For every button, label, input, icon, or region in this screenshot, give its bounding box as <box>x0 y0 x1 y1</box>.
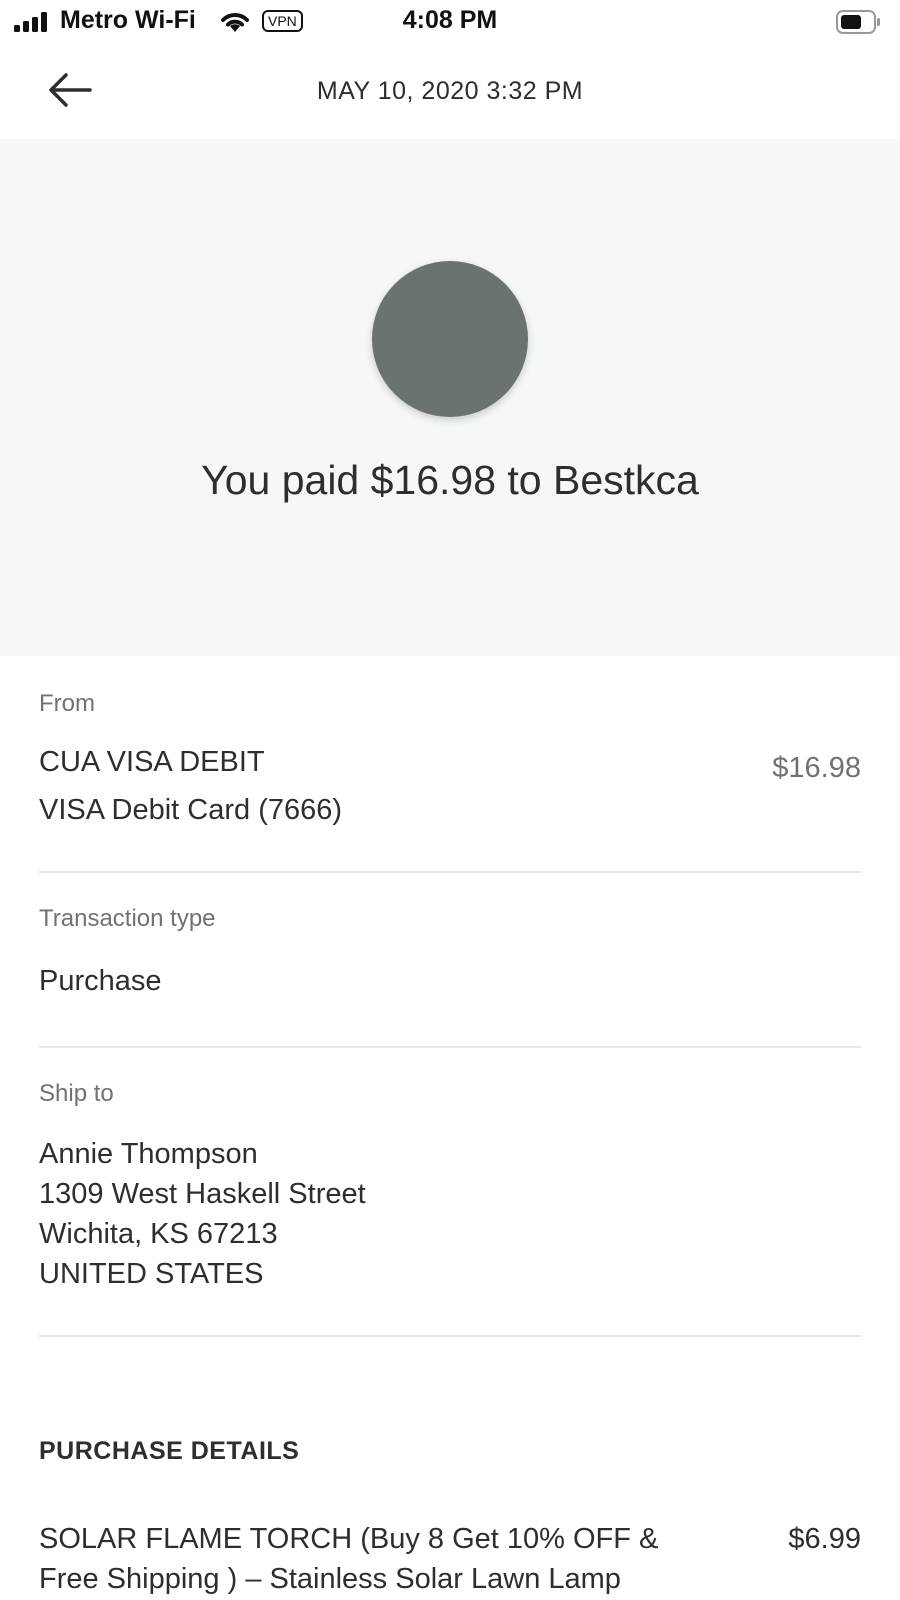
transaction-type-label: Transaction type <box>39 905 216 932</box>
from-label: From <box>39 690 95 717</box>
purchase-item-price: $6.99 <box>788 1523 861 1555</box>
transaction-type-value: Purchase <box>39 965 162 997</box>
payment-summary: You paid $16.98 to Bestkca <box>0 139 900 656</box>
from-section: From CUA VISA DEBIT VISA Debit Card (766… <box>39 690 861 840</box>
divider <box>39 1335 861 1337</box>
funding-source-card: VISA Debit Card (7666) <box>39 794 343 826</box>
ship-to-country: UNITED STATES <box>39 1258 264 1290</box>
funding-source-name: CUA VISA DEBIT <box>39 746 265 778</box>
divider <box>39 871 861 873</box>
purchase-details-header: PURCHASE DETAILS <box>39 1437 300 1465</box>
ship-to-name: Annie Thompson <box>39 1138 258 1170</box>
purchase-item-description: SOLAR FLAME TORCH (Buy 8 Get 10% OFF & F… <box>39 1523 659 1595</box>
payment-summary-text: You paid $16.98 to Bestkca <box>201 457 699 503</box>
from-amount: $16.98 <box>772 752 861 784</box>
status-bar: Metro Wi-Fi VPN 4:08 PM <box>0 0 900 44</box>
transaction-date: MAY 10, 2020 3:32 PM <box>316 77 584 105</box>
ship-to-city: Wichita, KS 67213 <box>39 1218 278 1250</box>
ship-to-label: Ship to <box>39 1080 114 1107</box>
divider <box>39 1046 861 1048</box>
transaction-type-section: Transaction type Purchase <box>39 905 861 1001</box>
ship-to-section: Ship to Annie Thompson 1309 West Haskell… <box>39 1080 861 1294</box>
status-time: 4:08 PM <box>402 6 498 34</box>
ship-to-street: 1309 West Haskell Street <box>39 1178 366 1210</box>
nav-header: MAY 10, 2020 3:32 PM <box>0 44 900 139</box>
merchant-avatar <box>372 261 528 417</box>
battery-icon <box>836 10 880 34</box>
